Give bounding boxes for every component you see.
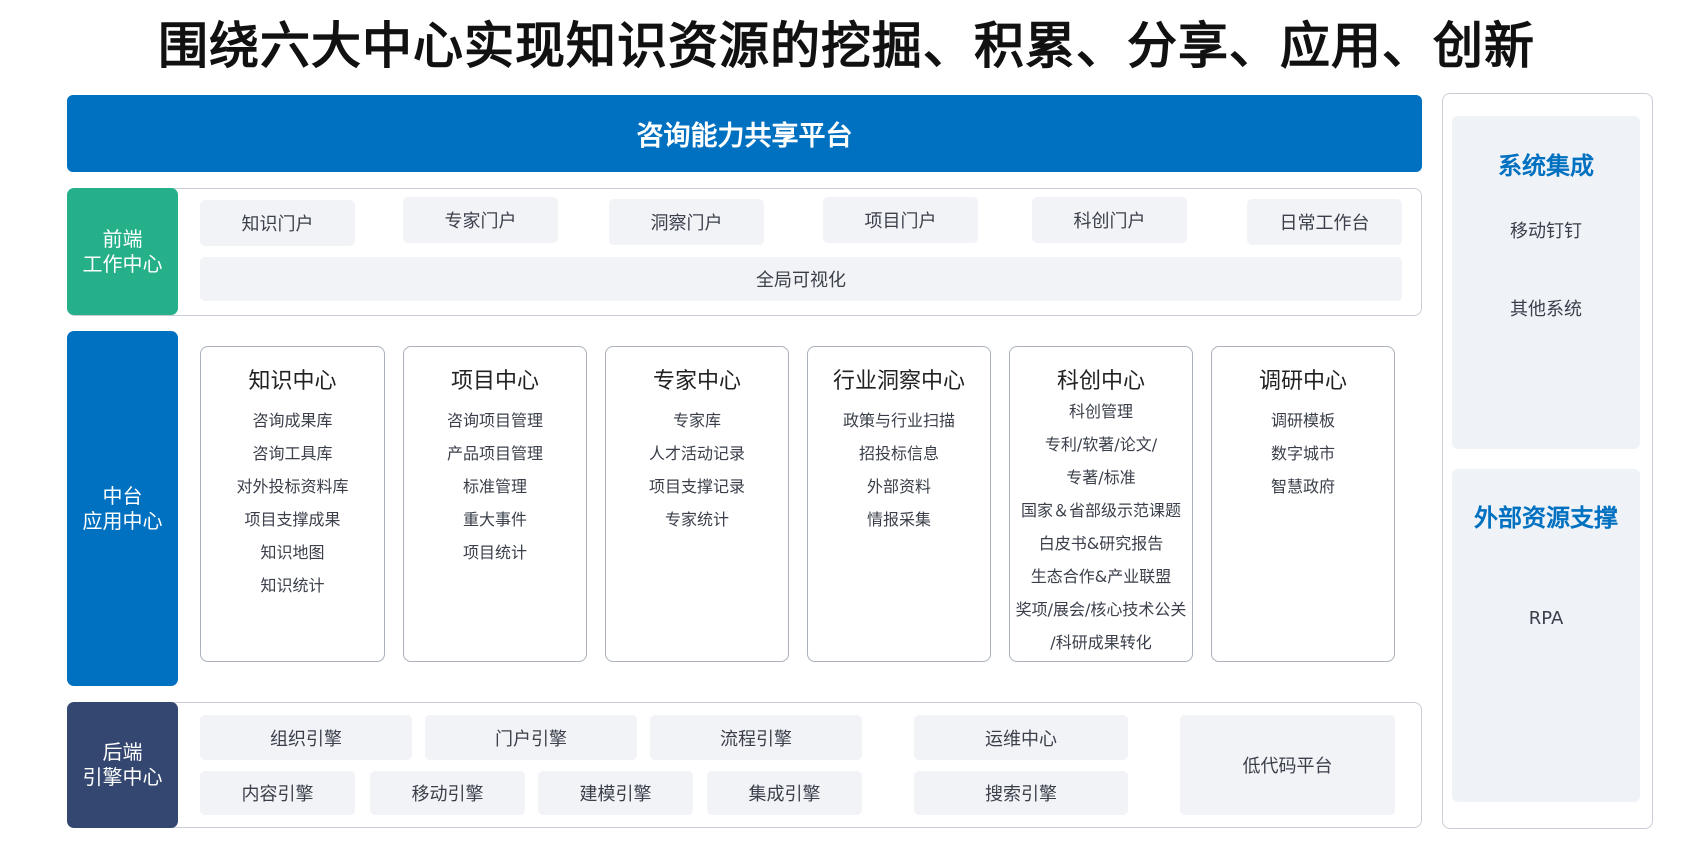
middle-label-line1: 中台 xyxy=(102,483,143,508)
card-title: 行业洞察中心 xyxy=(832,369,965,394)
external-resources-title: 外部资源支撑 xyxy=(1474,504,1618,532)
card-title: 项目中心 xyxy=(450,369,539,394)
portal-expert[interactable]: 专家门户 xyxy=(403,197,558,243)
middle-row-label: 中台 应用中心 xyxy=(67,331,178,686)
engine-modeling[interactable]: 建模引擎 xyxy=(538,771,693,815)
center-card-research[interactable]: 调研中心 调研模板 数字城市 智慧政府 xyxy=(1211,346,1395,662)
engine-workflow[interactable]: 流程引擎 xyxy=(650,715,862,760)
portal-innovation[interactable]: 科创门户 xyxy=(1032,197,1187,243)
center-card-expert[interactable]: 专家中心 专家库 人才活动记录 项目支撑记录 专家统计 xyxy=(605,346,789,662)
card-item: 国家＆省部级示范课题 xyxy=(1020,501,1181,520)
engine-portal[interactable]: 门户引擎 xyxy=(425,715,637,760)
back-label-line1: 后端 xyxy=(102,740,143,764)
card-item: 政策与行业扫描 xyxy=(842,411,955,430)
system-integration-box: 系统集成 移动钉钉 其他系统 xyxy=(1452,116,1640,449)
engine-content[interactable]: 内容引擎 xyxy=(200,771,355,815)
platform-banner: 咨询能力共享平台 xyxy=(67,95,1422,172)
portal-project[interactable]: 项目门户 xyxy=(823,197,978,243)
center-card-industry-insight[interactable]: 行业洞察中心 政策与行业扫描 招投标信息 外部资料 情报采集 xyxy=(807,346,991,662)
engine-mobile[interactable]: 移动引擎 xyxy=(370,771,525,815)
integration-item-other-systems[interactable]: 其他系统 xyxy=(1452,295,1640,321)
card-item: 招投标信息 xyxy=(858,444,939,463)
card-item: 产品项目管理 xyxy=(446,444,543,463)
card-item: 白皮书&研究报告 xyxy=(1038,534,1164,553)
portal-daily-workbench[interactable]: 日常工作台 xyxy=(1247,199,1402,245)
card-item: 生态合作&产业联盟 xyxy=(1030,567,1172,586)
card-item: 重大事件 xyxy=(462,510,527,529)
middle-label-line2: 应用中心 xyxy=(82,508,163,533)
card-item: 咨询成果库 xyxy=(252,411,333,430)
card-item: 标准管理 xyxy=(462,477,527,496)
lowcode-platform[interactable]: 低代码平台 xyxy=(1180,715,1395,815)
front-row-label: 前端 工作中心 xyxy=(67,188,178,315)
portal-knowledge[interactable]: 知识门户 xyxy=(200,200,355,246)
card-title: 调研中心 xyxy=(1258,369,1347,394)
page-title: 围绕六大中心实现知识资源的挖掘、积累、分享、应用、创新 xyxy=(158,17,1535,75)
engine-organization[interactable]: 组织引擎 xyxy=(200,715,412,760)
card-item: 知识地图 xyxy=(260,543,325,562)
card-item: 咨询工具库 xyxy=(252,444,333,463)
card-title: 科创中心 xyxy=(1056,369,1145,394)
card-item: 专著/标准 xyxy=(1066,468,1136,487)
card-item: 人才活动记录 xyxy=(648,444,745,463)
card-item: 专家统计 xyxy=(664,510,729,529)
search-engine[interactable]: 搜索引擎 xyxy=(914,771,1128,815)
center-card-innovation[interactable]: 科创中心 科创管理 专利/软著/论文/ 专著/标准 国家＆省部级示范课题 白皮书… xyxy=(1009,346,1193,662)
card-item: 智慧政府 xyxy=(1270,477,1335,496)
card-item: 项目支撑成果 xyxy=(244,510,341,529)
back-row-label: 后端 引擎中心 xyxy=(67,702,178,828)
card-item: 知识统计 xyxy=(260,576,325,595)
card-item: 调研模板 xyxy=(1270,411,1335,430)
engine-integration[interactable]: 集成引擎 xyxy=(707,771,862,815)
card-title: 专家中心 xyxy=(652,369,741,394)
card-title: 知识中心 xyxy=(248,369,337,394)
integration-item-dingtalk[interactable]: 移动钉钉 xyxy=(1452,217,1640,243)
global-visualization[interactable]: 全局可视化 xyxy=(200,257,1402,301)
card-item: 项目统计 xyxy=(462,543,527,562)
front-label-line2: 工作中心 xyxy=(82,251,163,276)
ops-center[interactable]: 运维中心 xyxy=(914,715,1128,760)
card-item: 数字城市 xyxy=(1270,444,1335,463)
external-item-rpa[interactable]: RPA xyxy=(1452,608,1640,629)
center-card-knowledge[interactable]: 知识中心 咨询成果库 咨询工具库 对外投标资料库 项目支撑成果 知识地图 知识统… xyxy=(200,346,385,662)
card-item: 专家库 xyxy=(672,411,721,430)
card-item: 专利/软著/论文/ xyxy=(1044,435,1158,454)
card-item: 咨询项目管理 xyxy=(446,411,543,430)
card-item: 对外投标资料库 xyxy=(236,477,349,496)
card-item: /科研成果转化 xyxy=(1050,633,1152,652)
portal-insight[interactable]: 洞察门户 xyxy=(609,199,764,245)
front-label-line1: 前端 xyxy=(102,226,143,251)
card-item: 奖项/展会/核心技术公关 xyxy=(1015,600,1187,619)
card-item: 项目支撑记录 xyxy=(648,477,745,496)
external-resources-box: 外部资源支撑 RPA xyxy=(1452,469,1640,802)
card-item: 情报采集 xyxy=(866,510,931,529)
back-label-line2: 引擎中心 xyxy=(82,765,163,789)
card-item: 外部资料 xyxy=(866,477,931,496)
system-integration-title: 系统集成 xyxy=(1498,152,1594,180)
card-item: 科创管理 xyxy=(1068,402,1133,421)
center-card-project[interactable]: 项目中心 咨询项目管理 产品项目管理 标准管理 重大事件 项目统计 xyxy=(403,346,587,662)
